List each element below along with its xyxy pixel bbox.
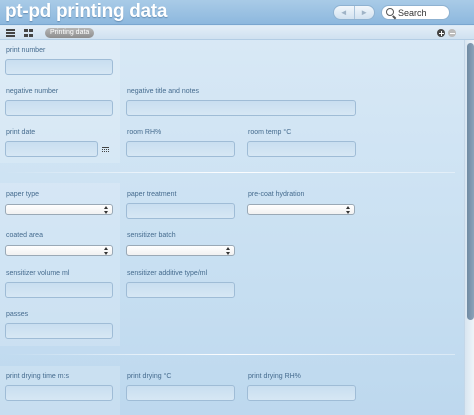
print-drying-c-label: print drying °C — [127, 373, 172, 380]
record-navigation: ◄ ► — [333, 5, 375, 20]
room-temp-field[interactable] — [247, 141, 356, 157]
sensitizer-batch-label: sensitizer batch — [127, 232, 176, 239]
sensitizer-batch-select[interactable] — [126, 245, 235, 256]
list-view-icon[interactable] — [6, 29, 15, 37]
select-arrows-icon — [104, 247, 109, 255]
select-arrows-icon — [104, 206, 109, 214]
search-box[interactable] — [381, 5, 450, 20]
sensitizer-additive-field[interactable] — [126, 282, 235, 298]
delete-record-icon[interactable] — [448, 29, 456, 37]
print-drying-time-field[interactable] — [5, 385, 113, 401]
print-drying-rh-field[interactable] — [247, 385, 356, 401]
breadcrumb[interactable]: Printing data — [45, 28, 95, 38]
add-record-icon[interactable] — [437, 29, 445, 37]
print-number-field[interactable] — [5, 59, 113, 75]
section-divider — [3, 172, 455, 173]
print-date-field[interactable] — [5, 141, 98, 157]
negative-title-label: negative title and notes — [127, 88, 199, 95]
vertical-scrollbar[interactable] — [464, 40, 474, 415]
paper-type-select[interactable] — [5, 204, 113, 215]
paper-treatment-field[interactable] — [126, 203, 235, 219]
room-temp-label: room temp °C — [248, 129, 292, 136]
scrollbar-thumb[interactable] — [467, 43, 474, 320]
negative-title-field[interactable] — [126, 100, 356, 116]
paper-treatment-label: paper treatment — [127, 191, 177, 198]
sensitizer-volume-label: sensitizer volume ml — [6, 270, 70, 277]
sensitizer-additive-label: sensitizer additive type/ml — [127, 270, 208, 277]
sensitizer-volume-field[interactable] — [5, 282, 113, 298]
negative-number-field[interactable] — [5, 100, 113, 116]
print-date-label: print date — [6, 129, 36, 136]
toolbar: Printing data — [0, 26, 474, 40]
coated-area-label: coated area — [6, 232, 43, 239]
select-arrows-icon — [346, 206, 351, 214]
section-divider — [3, 354, 455, 355]
print-drying-c-field[interactable] — [126, 385, 235, 401]
print-drying-rh-label: print drying RH% — [248, 373, 301, 380]
app-title: pt-pd printing data — [5, 1, 168, 22]
room-rh-label: room RH% — [127, 129, 162, 136]
search-input[interactable] — [398, 7, 448, 19]
search-icon — [386, 8, 394, 16]
negative-number-label: negative number — [6, 88, 59, 95]
coated-area-select[interactable] — [5, 245, 113, 256]
pre-coat-hydration-label: pre-coat hydration — [248, 191, 305, 198]
grid-view-icon[interactable] — [24, 29, 33, 37]
passes-field[interactable] — [5, 323, 113, 339]
calendar-icon[interactable] — [102, 147, 109, 153]
print-number-label: print number — [6, 47, 46, 54]
forward-button[interactable]: ► — [353, 6, 375, 19]
back-button[interactable]: ◄ — [334, 6, 354, 19]
print-drying-time-label: print drying time m:s — [6, 373, 70, 380]
pre-coat-hydration-select[interactable] — [247, 204, 355, 215]
passes-label: passes — [6, 311, 29, 318]
room-rh-field[interactable] — [126, 141, 235, 157]
paper-type-label: paper type — [6, 191, 40, 198]
select-arrows-icon — [226, 247, 231, 255]
title-bar: pt-pd printing data ◄ ► — [0, 0, 474, 25]
